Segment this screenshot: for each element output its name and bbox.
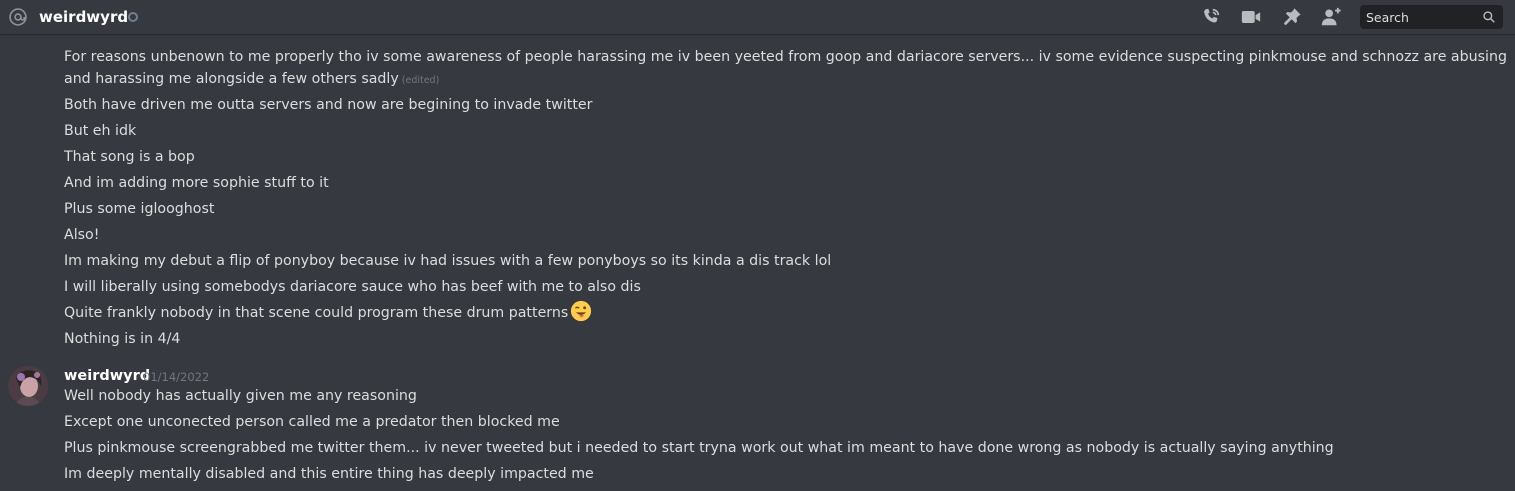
message-text: Except one unconected person called me a… bbox=[64, 414, 560, 430]
message-text: That song is a bop bbox=[64, 149, 195, 165]
start-voice-call-icon[interactable] bbox=[1200, 6, 1222, 28]
message-content: Quite frankly nobody in that scene could… bbox=[64, 305, 569, 321]
search-bar[interactable] bbox=[1360, 5, 1503, 29]
message-text: Nothing is in 4/4 bbox=[64, 331, 181, 347]
message-text: Plus some iglooghost bbox=[64, 201, 215, 217]
start-video-call-icon[interactable] bbox=[1240, 6, 1262, 28]
channel-header: weirdwyrd bbox=[0, 0, 1515, 34]
status-idle-icon bbox=[128, 12, 138, 22]
pinned-messages-icon[interactable] bbox=[1281, 6, 1303, 28]
message-text: Both have driven me outta servers and no… bbox=[64, 97, 593, 113]
avatar[interactable] bbox=[8, 366, 48, 406]
channel-title: weirdwyrd bbox=[39, 8, 129, 26]
message-text: But eh idk bbox=[64, 123, 137, 139]
message-text: Im making my debut a flip of ponyboy bec… bbox=[64, 253, 832, 269]
search-icon[interactable] bbox=[1482, 10, 1496, 24]
message-text: Well nobody has actually given me any re… bbox=[64, 388, 417, 404]
message-text: Im deeply mentally disabled and this ent… bbox=[64, 466, 594, 482]
edited-label: (edited) bbox=[401, 75, 440, 86]
winking-face-with-tongue-icon bbox=[571, 300, 592, 322]
avatar-image bbox=[8, 366, 48, 406]
search-input[interactable] bbox=[1360, 5, 1480, 29]
message-text: I will liberally using somebodys dariaco… bbox=[64, 279, 641, 295]
message-text: Plus pinkmouse screengrabbed me twitter … bbox=[64, 440, 1334, 456]
message-content: For reasons unbenown to me properly tho … bbox=[64, 49, 1507, 87]
message-text: And im adding more sophie stuff to it bbox=[64, 175, 329, 191]
message-text: For reasons unbenown to me properly tho … bbox=[64, 46, 1512, 92]
message-text: Quite frankly nobody in that scene could… bbox=[64, 300, 592, 326]
message-text: Also! bbox=[64, 227, 100, 243]
at-sign-icon bbox=[9, 8, 27, 26]
add-friends-to-dm-icon[interactable] bbox=[1320, 6, 1342, 28]
